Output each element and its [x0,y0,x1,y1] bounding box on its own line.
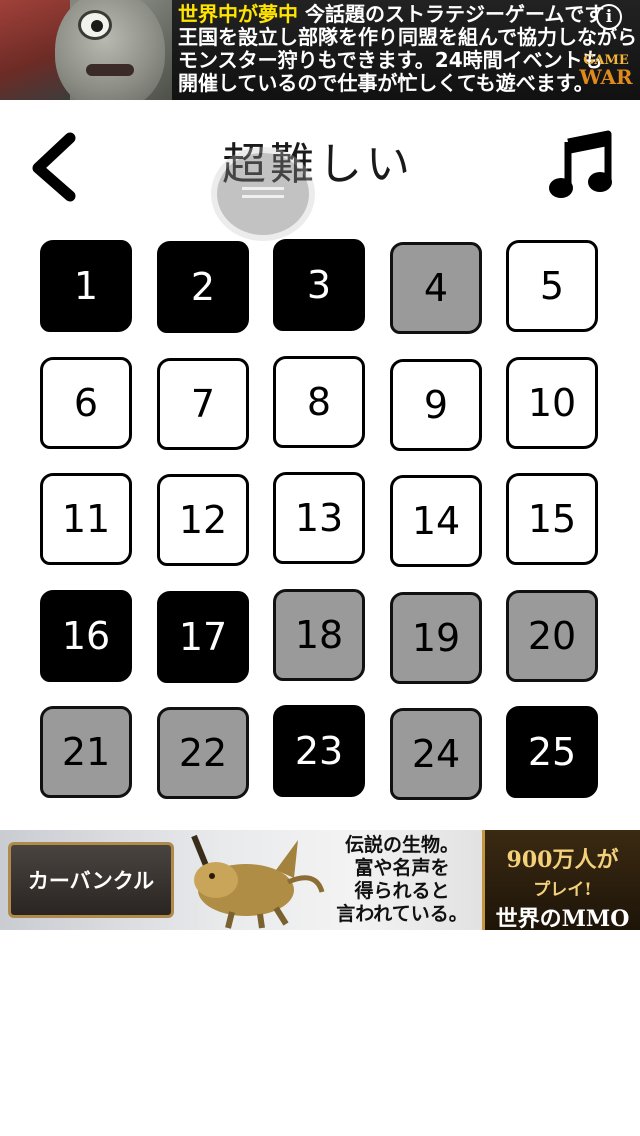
ad-monster-head [55,0,165,100]
menu-icon-bar-bottom [242,195,284,198]
level-button-23[interactable]: 23 [273,705,365,797]
ad-creature-name: カーバンクル [8,842,174,918]
music-toggle-button[interactable] [548,128,614,202]
level-button-21[interactable]: 21 [40,706,132,798]
ad-creature-image [191,834,325,929]
level-button-12[interactable]: 12 [157,474,249,566]
level-button-13[interactable]: 13 [273,472,365,564]
level-grid: 1 2 3 4 5 6 7 8 9 10 11 12 13 14 15 16 17 18 19 20 21 22 23 24 2… [40,239,600,800]
ad-players-box: 900万人が プレイ! 世界のMMO [482,830,640,930]
level-button-7[interactable]: 7 [157,358,249,450]
level-button-25[interactable]: 25 [506,706,598,798]
ad-legend-line-1: 伝説の生物。 [344,834,459,856]
level-button-17[interactable]: 17 [157,591,249,683]
level-button-22[interactable]: 22 [157,707,249,799]
chevron-left-icon [32,132,76,202]
ad-line-4: 開催しているので仕事が忙しくても遊べます。 [178,71,594,95]
ad-players-line-1: 900万人が [506,847,619,873]
ad-headline-rest: 今話題のストラテジーゲームです [304,2,605,26]
ad-players-line-3: 世界のMMO [495,906,630,930]
ad-legend-line-3: 得られると [354,880,450,902]
level-button-16[interactable]: 16 [40,590,132,682]
level-button-8[interactable]: 8 [273,356,365,448]
ad-monster-eye [78,10,112,40]
level-button-2[interactable]: 2 [157,241,249,333]
level-button-15[interactable]: 15 [506,473,598,565]
menu-icon-bar-top [242,187,284,190]
ad-players-line-2: プレイ! [533,880,592,900]
ad-legend-line-4: 言われている。 [336,903,468,925]
ad-monster-image [0,0,172,100]
level-button-20[interactable]: 20 [506,590,598,682]
level-button-3[interactable]: 3 [273,239,365,331]
level-button-10[interactable]: 10 [506,357,598,449]
back-button[interactable] [26,130,84,204]
level-button-19[interactable]: 19 [390,592,482,684]
level-button-11[interactable]: 11 [40,473,132,565]
ad-line-2: 王国を設立し部隊を作り同盟を組んで協力しながら [178,25,637,49]
menu-button[interactable] [217,153,309,235]
ad-headline: 世界中が夢中 今話題のストラテジーゲームです [178,2,604,26]
ad-legend-text: 伝説の生物。 富や名声を 得られると 言われている。 [322,834,482,926]
logo-line-2: WAR [579,65,633,89]
ad-info-icon[interactable]: i [596,4,622,30]
level-button-9[interactable]: 9 [390,359,482,451]
level-button-5[interactable]: 5 [506,240,598,332]
ad-copy: 世界中が夢中 今話題のストラテジーゲームです 王国を設立し部隊を作り同盟を組んで… [178,2,637,95]
level-button-24[interactable]: 24 [390,708,482,800]
level-button-18[interactable]: 18 [273,589,365,681]
top-banner-ad[interactable]: 世界中が夢中 今話題のストラテジーゲームです 王国を設立し部隊を作り同盟を組んで… [0,0,640,100]
level-button-1[interactable]: 1 [40,240,132,332]
level-button-6[interactable]: 6 [40,357,132,449]
ad-monster-mouth [86,64,134,76]
ad-line-3: モンスター狩りもできます。24時間イベントも [178,48,603,72]
level-button-4[interactable]: 4 [390,242,482,334]
ad-headline-highlight: 世界中が夢中 [178,2,298,26]
level-button-14[interactable]: 14 [390,475,482,567]
bottom-banner-ad[interactable]: カーバンクル 伝説の生物。 富や名声を 得られると 言われている。 900万人が… [0,830,640,930]
ad-legend-line-2: 富や名声を [354,857,450,879]
music-note-icon [549,130,612,198]
game-of-war-logo: GAME WAR [576,52,636,96]
